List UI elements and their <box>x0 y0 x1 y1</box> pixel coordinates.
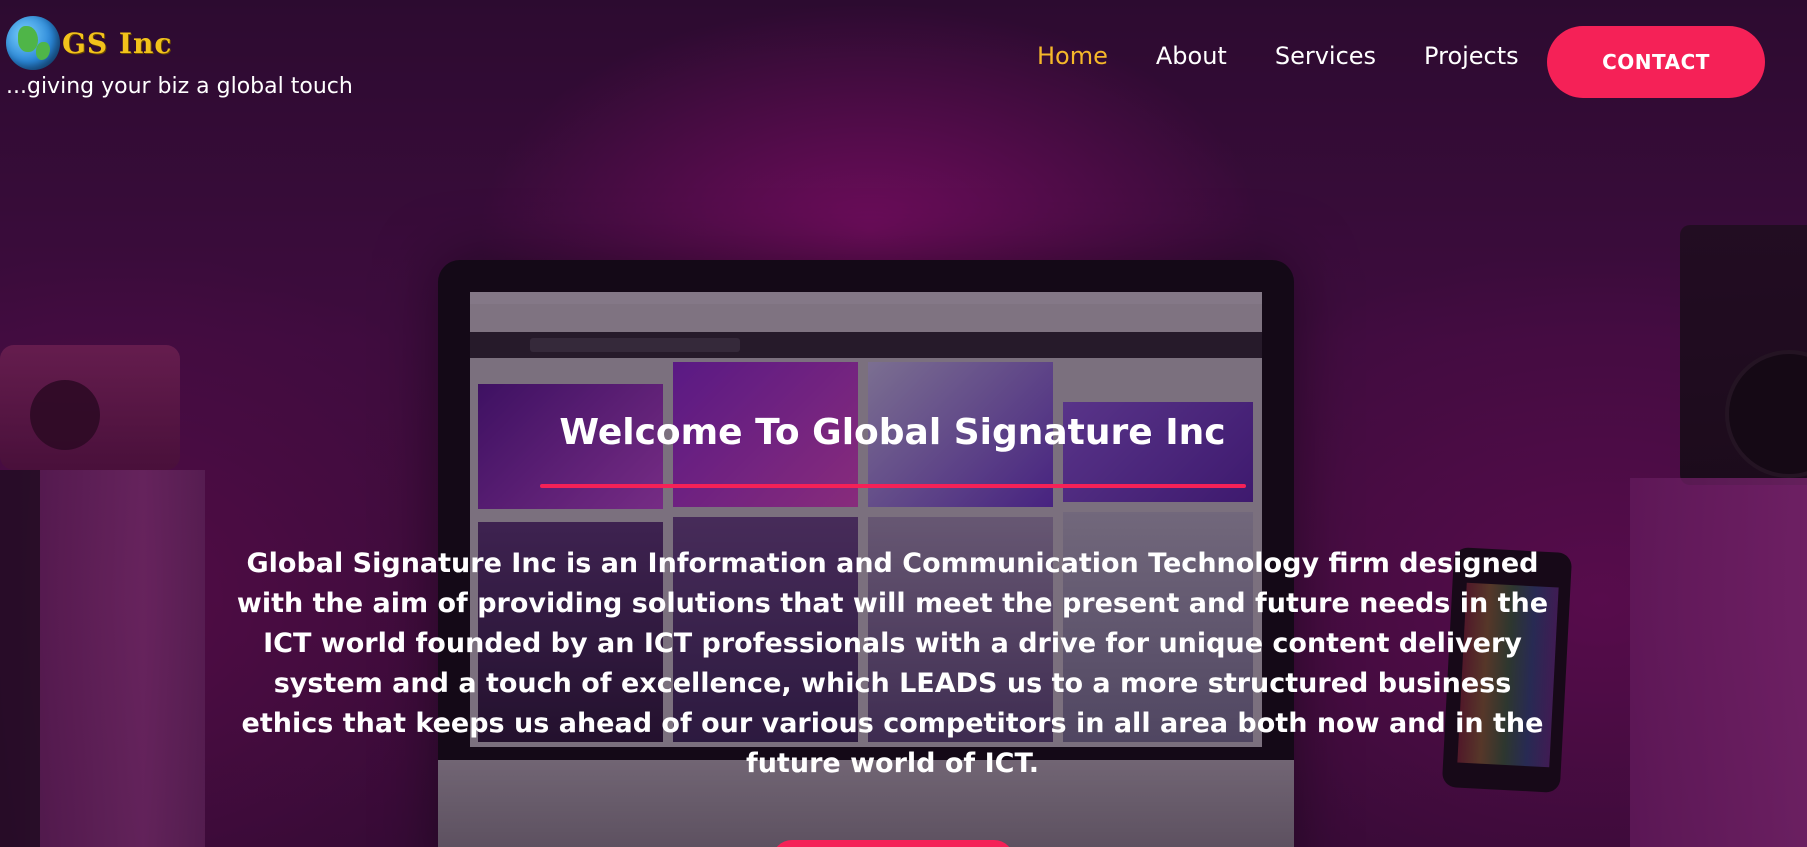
nav-home[interactable]: Home <box>1037 42 1108 70</box>
tagline: ...giving your biz a global touch <box>6 74 353 99</box>
brand-name: GS Inc <box>62 26 173 60</box>
hero-cta-button[interactable] <box>772 840 1014 847</box>
nav-about[interactable]: About <box>1156 42 1227 70</box>
nav-services[interactable]: Services <box>1275 42 1376 70</box>
contact-button[interactable]: CONTACT <box>1547 26 1765 98</box>
hero-title: Welcome To Global Signature Inc <box>559 412 1226 453</box>
globe-icon <box>6 16 60 70</box>
hero-description: Global Signature Inc is an Information a… <box>236 548 1549 779</box>
nav-projects[interactable]: Projects <box>1424 42 1519 70</box>
page: GS Inc ...giving your biz a global touch… <box>0 0 1807 847</box>
logo[interactable]: GS Inc <box>6 16 172 70</box>
title-underline <box>540 484 1246 488</box>
main-nav: Home About Services Projects <box>1037 42 1519 70</box>
